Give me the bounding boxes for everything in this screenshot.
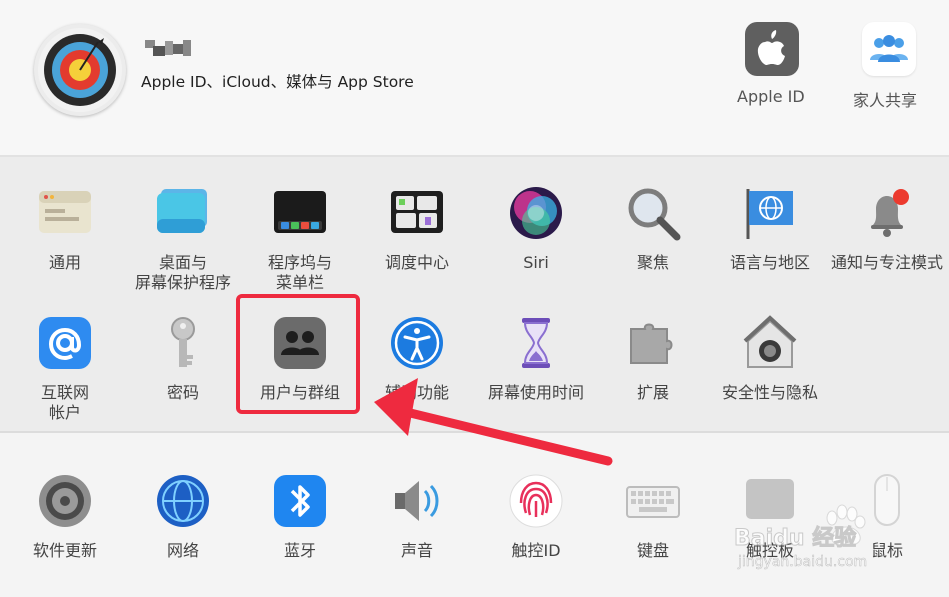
watermark-url: jingyan.baidu.com [738,554,868,571]
watermark-brand: Baidu 经验 [733,526,857,552]
baidu-watermark: Baidu 经验 jingyan.baidu.com [728,488,938,578]
